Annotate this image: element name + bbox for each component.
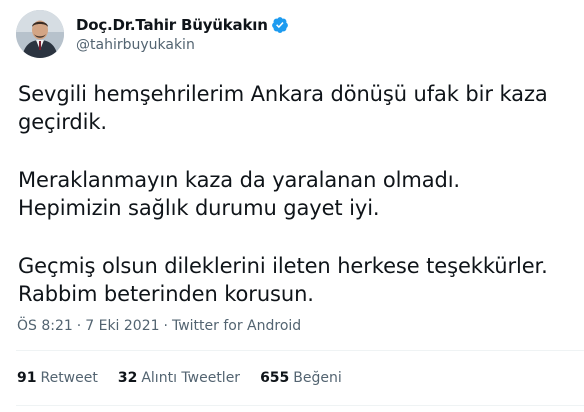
likes-stat[interactable]: 655 Beğeni	[260, 370, 342, 386]
author-identity: Doç.Dr.Tahir Büyükakın @tahirbuyukakin	[76, 16, 289, 53]
tweet-date[interactable]: 7 Eki 2021	[85, 318, 159, 334]
avatar[interactable]	[16, 10, 64, 58]
tweet-time[interactable]: ÖS 8:21	[17, 318, 73, 334]
quote-tweets-stat[interactable]: 32 Alıntı Tweetler	[118, 370, 240, 386]
tweet-paragraph: Geçmiş olsun dileklerini ileten herkese …	[18, 254, 548, 306]
tweet-header: Doç.Dr.Tahir Büyükakın @tahirbuyukakin	[16, 10, 289, 58]
quote-label: Alıntı Tweetler	[141, 370, 241, 386]
tweet-card: Doç.Dr.Tahir Büyükakın @tahirbuyukakin S…	[0, 0, 584, 412]
meta-separator: ·	[163, 318, 168, 334]
avatar-image	[16, 10, 64, 58]
retweet-count: 91	[17, 370, 37, 386]
quote-count: 32	[117, 370, 138, 386]
divider	[16, 405, 584, 406]
author-handle[interactable]: @tahirbuyukakin	[76, 37, 289, 53]
tweet-paragraph: Meraklanmayın kaza da yaralanan olmadı. …	[18, 168, 461, 220]
tweet-source[interactable]: Twitter for Android	[172, 318, 301, 334]
tweet-paragraph: Sevgili hemşehrilerim Ankara dönüşü ufak…	[18, 82, 548, 134]
tweet-text: Sevgili hemşehrilerim Ankara dönüşü ufak…	[18, 80, 566, 338]
like-count: 655	[260, 370, 290, 386]
meta-separator: ·	[76, 318, 82, 334]
name-row: Doç.Dr.Tahir Büyükakın	[76, 16, 289, 34]
tweet-metadata: ÖS 8:21 · 7 Eki 2021 · Twitter for Andro…	[17, 318, 301, 334]
like-label: Beğeni	[293, 370, 342, 386]
author-display-name[interactable]: Doç.Dr.Tahir Büyükakın	[76, 16, 268, 34]
retweet-label: Retweet	[40, 370, 98, 386]
tweet-stats: 91 Retweet 32 Alıntı Tweetler 655 Beğeni	[17, 370, 362, 386]
retweets-stat[interactable]: 91 Retweet	[17, 370, 98, 386]
verified-badge-icon	[271, 16, 289, 34]
divider	[16, 350, 584, 351]
